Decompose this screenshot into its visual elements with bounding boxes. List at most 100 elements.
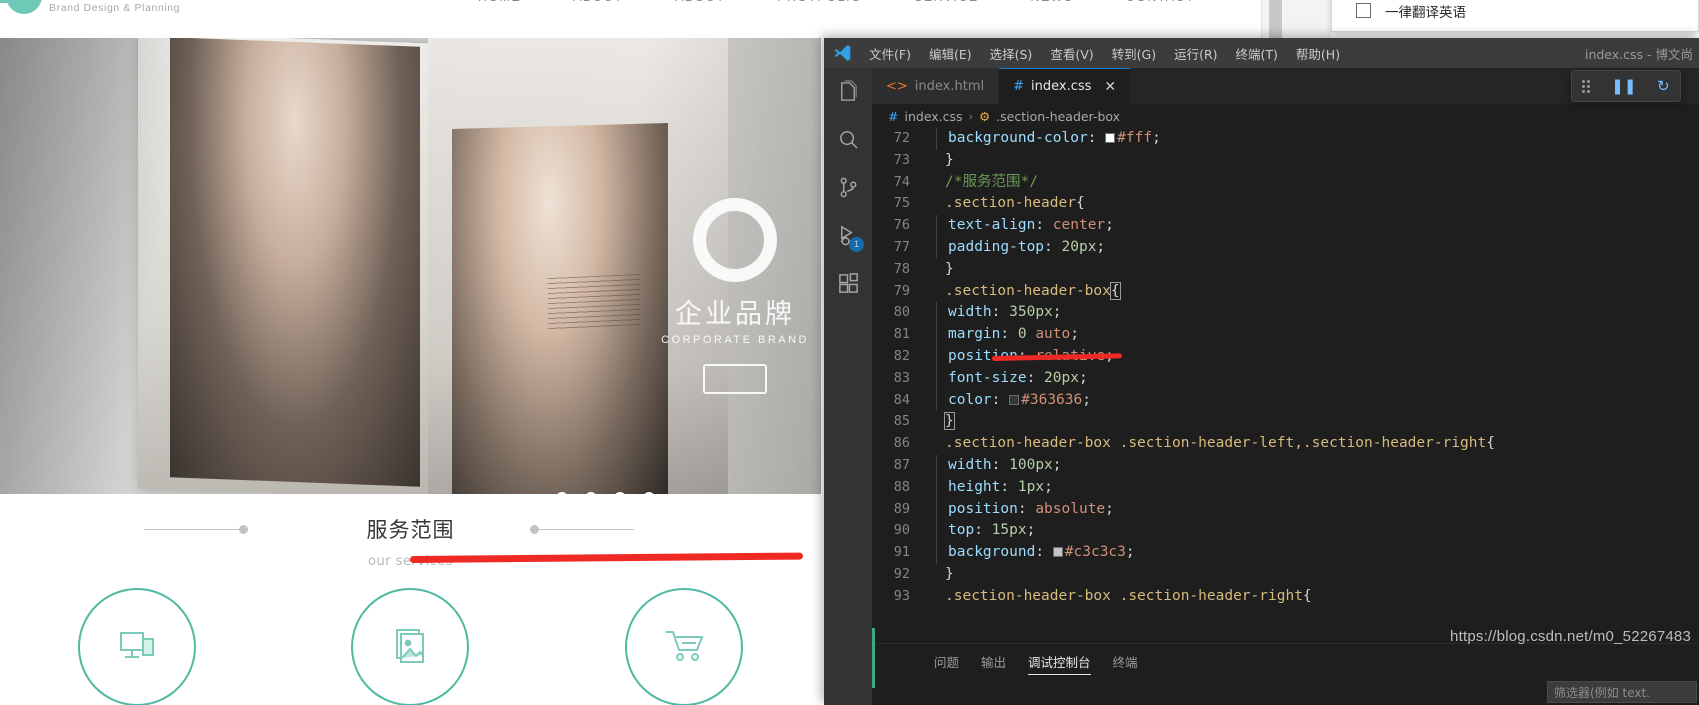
- nav-item-home[interactable]: HOME: [478, 0, 521, 4]
- code-line[interactable]: 86 .section-header-box .section-header-le…: [872, 433, 1699, 455]
- translate-popup[interactable]: 一律翻译英语: [1331, 0, 1699, 32]
- site-nav[interactable]: HOME ABOUT ABOUT PROTFOLIO SERVICE NEWS …: [478, 0, 1195, 4]
- service-item-cart[interactable]: [625, 588, 744, 705]
- search-icon[interactable]: [833, 124, 863, 154]
- code-token: :: [1044, 238, 1062, 255]
- code-line-text: }: [934, 259, 954, 281]
- code-line-text: /*服务范围*/: [934, 172, 1038, 194]
- nav-item-news[interactable]: NEWS: [1031, 0, 1074, 4]
- drag-handle-icon[interactable]: [1582, 79, 1591, 93]
- code-line-text: font-size: 20px;: [936, 367, 1088, 390]
- code-line[interactable]: 81 margin: 0 auto;: [872, 324, 1699, 346]
- nav-item-about-2[interactable]: ABOUT: [675, 0, 725, 4]
- line-number: 75: [893, 195, 910, 212]
- source-control-icon[interactable]: [833, 172, 863, 202]
- code-token: }: [945, 260, 954, 277]
- line-number: 83: [893, 369, 910, 386]
- menu-selection[interactable]: 选择(S): [983, 42, 1040, 65]
- css-symbol-icon: ⚙: [978, 108, 991, 124]
- section-header-left-line: [143, 525, 248, 534]
- code-line[interactable]: 89 position: absolute;: [872, 498, 1699, 521]
- code-line-text: position: absolute;: [936, 498, 1114, 521]
- close-icon[interactable]: ✕: [1104, 79, 1116, 95]
- site-logo[interactable]: 博文尚美 Brand Design & Planning: [0, 0, 180, 14]
- menu-view[interactable]: 查看(V): [1043, 42, 1100, 65]
- line-number: 82: [893, 347, 910, 364]
- menu-file[interactable]: 文件(F): [862, 42, 918, 65]
- code-token: background: [948, 544, 1036, 561]
- panel-tab-debug-console[interactable]: 调试控制台: [1028, 652, 1091, 675]
- code-line[interactable]: 85}: [872, 411, 1699, 433]
- menu-terminal[interactable]: 终端(T): [1229, 42, 1285, 65]
- code-line[interactable]: 83 font-size: 20px;: [872, 367, 1699, 390]
- panel-tab-terminal[interactable]: 终端: [1113, 652, 1138, 675]
- code-token: background-color: [948, 130, 1088, 146]
- code-line[interactable]: 84 color: #363636;: [872, 389, 1699, 412]
- code-token: font-size: [948, 369, 1027, 386]
- menu-edit[interactable]: 编辑(E): [922, 42, 979, 65]
- code-token: ;: [1105, 217, 1114, 234]
- code-line[interactable]: 73}: [872, 150, 1699, 172]
- line-number: 88: [893, 478, 910, 495]
- translate-checkbox[interactable]: [1356, 3, 1371, 18]
- line-number: 86: [893, 435, 910, 452]
- code-line[interactable]: 92}: [872, 564, 1699, 586]
- panel-tab-problems[interactable]: 问题: [934, 652, 959, 675]
- line-number: 81: [893, 326, 910, 343]
- vscode-menubar[interactable]: 文件(F) 编辑(E) 选择(S) 查看(V) 转到(G) 运行(R) 终端(T…: [862, 42, 1347, 65]
- code-line[interactable]: 87 width: 100px;: [872, 454, 1699, 477]
- service-item-images[interactable]: [351, 588, 470, 705]
- service-item-monitor[interactable]: [77, 588, 196, 705]
- nav-item-contact[interactable]: CONTACT: [1126, 0, 1195, 4]
- explorer-icon[interactable]: [833, 76, 863, 106]
- code-line[interactable]: 76 text-align: center;: [872, 215, 1699, 237]
- code-line[interactable]: 93 .section-header-box .section-header-ri…: [872, 586, 1699, 608]
- panel-tab-output[interactable]: 输出: [981, 652, 1006, 675]
- code-token: ;: [1152, 130, 1161, 146]
- code-line[interactable]: 80 width: 350px;: [872, 302, 1699, 325]
- code-line[interactable]: 79 .section-header-box{: [872, 281, 1699, 303]
- code-line[interactable]: 90 top: 15px;: [872, 520, 1699, 543]
- nav-item-about[interactable]: ABOUT: [573, 0, 623, 4]
- code-token: :: [974, 522, 992, 539]
- code-line[interactable]: 75 .section-header{: [872, 193, 1699, 215]
- debug-pause-button[interactable]: ❚❚: [1611, 78, 1636, 94]
- hero-headline-group: 企业品牌 CORPORATE BRAND: [661, 198, 809, 394]
- code-token: :: [1035, 217, 1053, 234]
- code-token: ;: [1078, 369, 1088, 386]
- breadcrumb-file[interactable]: index.css: [904, 109, 962, 124]
- line-number: 92: [893, 565, 910, 582]
- tab-index-html[interactable]: <> index.html: [872, 68, 1000, 104]
- vscode-window: 文件(F) 编辑(E) 选择(S) 查看(V) 转到(G) 运行(R) 终端(T…: [824, 38, 1699, 705]
- breadcrumb[interactable]: # index.css › ⚙ .section-header-box: [872, 104, 1699, 128]
- nav-item-service[interactable]: SERVICE: [914, 0, 978, 4]
- code-line[interactable]: 91 background: #c3c3c3;: [872, 542, 1699, 564]
- panel-tabbar[interactable]: 问题 输出 调试控制台 终端: [872, 644, 1699, 675]
- editor-tabbar[interactable]: <> index.html # index.css ✕ ❚❚ ↻: [872, 68, 1699, 104]
- code-token: {: [1109, 281, 1121, 300]
- nav-item-protfolio[interactable]: PROTFOLIO: [777, 0, 862, 4]
- menu-go[interactable]: 转到(G): [1105, 42, 1163, 65]
- breadcrumb-symbol[interactable]: .section-header-box: [996, 109, 1120, 124]
- code-editor[interactable]: 72 background-color: #fff; 73} 74/*服务范围*/75…: [872, 128, 1699, 643]
- activity-bar[interactable]: 1: [824, 68, 872, 705]
- code-token: :: [1000, 326, 1018, 343]
- code-token: {: [1302, 587, 1312, 604]
- tab-index-css[interactable]: # index.css ✕: [999, 68, 1132, 104]
- menu-help[interactable]: 帮助(H): [1289, 42, 1347, 65]
- browser-scrollbar-thumb[interactable]: [1269, 0, 1282, 38]
- code-line[interactable]: 88 height: 1px;: [872, 476, 1699, 499]
- run-and-debug-icon[interactable]: 1: [833, 220, 864, 252]
- debug-toolbar[interactable]: ❚❚ ↻: [1571, 70, 1681, 102]
- hero-cta-button[interactable]: [703, 364, 768, 394]
- hero-ring-icon: [693, 198, 778, 282]
- code-line[interactable]: 78}: [872, 259, 1699, 281]
- code-line[interactable]: 72 background-color: #fff;: [872, 128, 1699, 150]
- extensions-icon[interactable]: [833, 268, 863, 298]
- code-line[interactable]: 74 /*服务范围*/: [872, 172, 1699, 194]
- html-icon: <>: [886, 78, 908, 94]
- menu-run[interactable]: 运行(R): [1167, 42, 1224, 65]
- panel-filter-input[interactable]: 筛选器(例如 text.: [1547, 681, 1697, 703]
- code-line[interactable]: 77 padding-top: 20px;: [872, 236, 1699, 259]
- debug-restart-button[interactable]: ↻: [1657, 78, 1670, 94]
